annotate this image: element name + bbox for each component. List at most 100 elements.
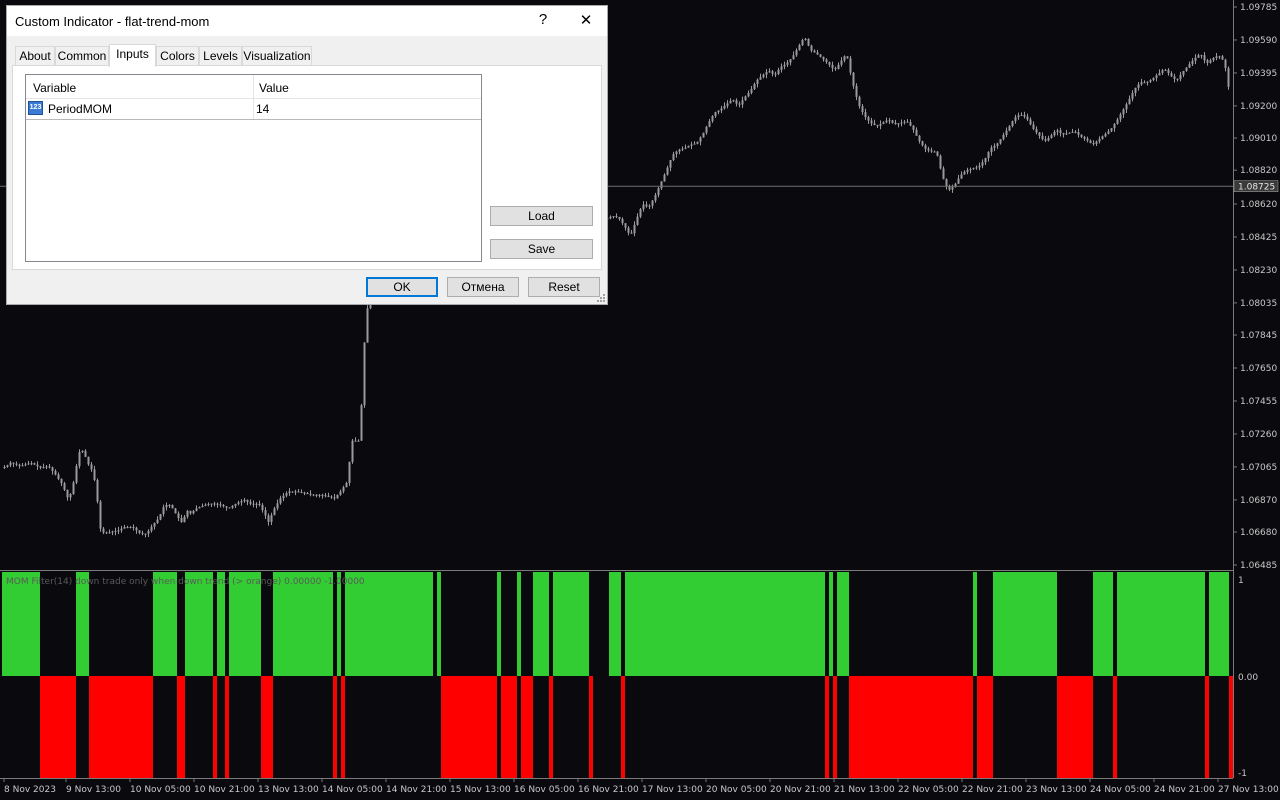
histogram-bar-up [76, 572, 89, 676]
candle-body [699, 137, 702, 142]
tab-colors[interactable]: Colors [156, 46, 199, 66]
candle-body [90, 464, 93, 470]
reset-button[interactable]: Reset [528, 277, 600, 297]
candle-body [114, 530, 117, 532]
candle-body [30, 463, 33, 465]
column-header-value[interactable]: Value [259, 81, 289, 95]
candle-body [1041, 135, 1044, 140]
candle-body [1191, 60, 1194, 65]
histogram-bar-up [993, 572, 1057, 676]
candle-body [123, 526, 126, 529]
price-tick-label: 1.09590 [1240, 36, 1277, 46]
histogram-bar-up [2, 572, 40, 676]
tab-levels[interactable]: Levels [199, 46, 242, 66]
resize-grip-icon[interactable] [597, 294, 605, 302]
price-tick-label: 1.06870 [1240, 496, 1277, 506]
time-tick-label: 10 Nov 05:00 [130, 785, 191, 795]
candle-body [147, 530, 150, 534]
candle-body [786, 62, 789, 65]
candle-body [843, 56, 846, 61]
histogram-bar-down [977, 676, 993, 778]
histogram-bar-up [837, 572, 849, 676]
time-tick-label: 8 Nov 2023 [4, 785, 56, 795]
price-tick-label: 1.08820 [1240, 166, 1277, 176]
histogram-bar-down [177, 676, 185, 778]
inputs-grid[interactable]: Variable Value 123 PeriodMOM 14 [25, 74, 482, 262]
histogram-bar-down [621, 676, 625, 778]
candle-body [270, 515, 273, 522]
candle-body [159, 513, 162, 520]
candle-body [1119, 114, 1122, 120]
candle-body [252, 503, 255, 505]
candle-body [96, 480, 99, 502]
row-value[interactable]: 14 [256, 102, 269, 116]
candle-body [237, 502, 240, 504]
tab-inputs[interactable]: Inputs [109, 44, 156, 67]
load-button[interactable]: Load [490, 206, 593, 226]
histogram-bar-down [825, 676, 829, 778]
candle-body [1098, 138, 1101, 142]
candle-body [894, 122, 897, 125]
table-row[interactable]: 123 PeriodMOM 14 [26, 98, 481, 120]
candle-body [1074, 131, 1077, 133]
candle-body [1170, 73, 1173, 77]
histogram-bar-down [261, 676, 273, 778]
price-tick-label: 1.08425 [1240, 233, 1277, 243]
candle-body [1128, 98, 1131, 105]
candle-body [798, 45, 801, 51]
price-tick-label: 1.08230 [1240, 266, 1277, 276]
candle-body [1032, 124, 1035, 130]
candle-body [1011, 121, 1014, 127]
candle-body [1062, 132, 1065, 135]
candle-body [315, 494, 318, 496]
histogram-bar-down [40, 676, 76, 778]
candle-body [681, 148, 684, 150]
candle-body [1047, 138, 1050, 141]
time-tick-label: 17 Nov 13:00 [642, 785, 703, 795]
candle-body [1182, 70, 1185, 75]
cancel-button[interactable]: Отмена [447, 277, 519, 297]
column-header-variable[interactable]: Variable [33, 81, 76, 95]
close-icon[interactable]: ✕ [577, 11, 595, 29]
candle-body [42, 467, 45, 469]
histogram-bar-up [625, 572, 637, 676]
candle-body [738, 103, 741, 105]
candle-body [1089, 140, 1092, 144]
dialog-titlebar[interactable]: Custom Indicator - flat-trend-mom ? ✕ [7, 6, 607, 36]
candle-body [690, 144, 693, 146]
price-tick-label: 1.09395 [1240, 69, 1277, 79]
candle-body [345, 482, 348, 488]
candle-body [816, 52, 819, 55]
price-tick-label: 1.07260 [1240, 430, 1277, 440]
tab-common[interactable]: Common [55, 46, 109, 66]
candle-body [693, 143, 696, 145]
help-icon[interactable]: ? [537, 11, 549, 28]
tab-about[interactable]: About [15, 46, 55, 66]
ok-button[interactable]: OK [366, 277, 438, 297]
histogram-bar-up [517, 572, 521, 676]
candle-body [897, 123, 900, 125]
candle-body [288, 491, 291, 494]
candle-body [348, 461, 351, 483]
candle-body [129, 526, 132, 528]
candle-body [966, 169, 969, 172]
candle-body [225, 506, 228, 508]
histogram-bar-up [973, 572, 977, 676]
candle-body [1116, 119, 1119, 124]
candle-body [198, 507, 201, 509]
indicator-scale-top: 1 [1238, 576, 1244, 586]
candle-body [72, 482, 75, 494]
candle-body [78, 452, 81, 467]
candle-body [744, 96, 747, 101]
candle-body [678, 149, 681, 152]
candle-body [336, 494, 339, 499]
candle-body [753, 83, 756, 90]
candle-body [909, 122, 912, 126]
tab-visualization[interactable]: Visualization [242, 46, 312, 66]
candle-body [666, 167, 669, 175]
save-button[interactable]: Save [490, 239, 593, 259]
time-tick-label: 14 Nov 21:00 [386, 785, 447, 795]
candle-body [1029, 119, 1032, 125]
candle-body [321, 494, 324, 496]
candle-body [150, 526, 153, 531]
